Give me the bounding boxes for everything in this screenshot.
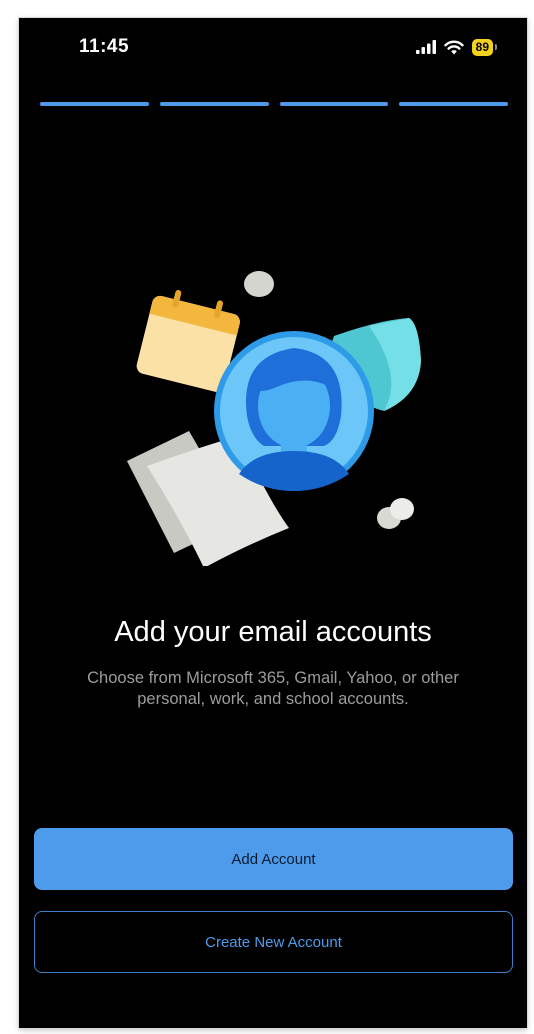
account-illustration bbox=[127, 271, 421, 566]
progress-step bbox=[399, 102, 508, 106]
signal-icon bbox=[415, 40, 436, 54]
battery-icon: 89 bbox=[471, 38, 498, 56]
progress-step bbox=[279, 102, 389, 106]
page-title: Add your email accounts bbox=[114, 616, 432, 648]
status-time: 11:45 bbox=[79, 36, 130, 57]
page-subtitle: Choose from Microsoft 365, Gmail, Yahoo,… bbox=[87, 669, 459, 708]
phone-screen: 11:45 89 Add your email accounts Choose … bbox=[19, 18, 527, 1028]
avatar-icon bbox=[214, 331, 374, 491]
progress-step bbox=[159, 102, 269, 106]
screenshot-frame: 11:45 89 Add your email accounts Choose … bbox=[0, 0, 534, 1034]
decor-dot bbox=[390, 498, 414, 520]
add-account-button[interactable]: Add Account bbox=[34, 828, 513, 890]
status-bar: 11:45 89 bbox=[19, 18, 527, 78]
wifi-icon bbox=[443, 40, 464, 54]
progress-step bbox=[40, 102, 149, 106]
onboarding-progress bbox=[40, 102, 508, 106]
create-new-account-button[interactable]: Create New Account bbox=[34, 911, 513, 973]
status-icons: 89 bbox=[415, 38, 498, 56]
decor-dot bbox=[244, 271, 274, 297]
